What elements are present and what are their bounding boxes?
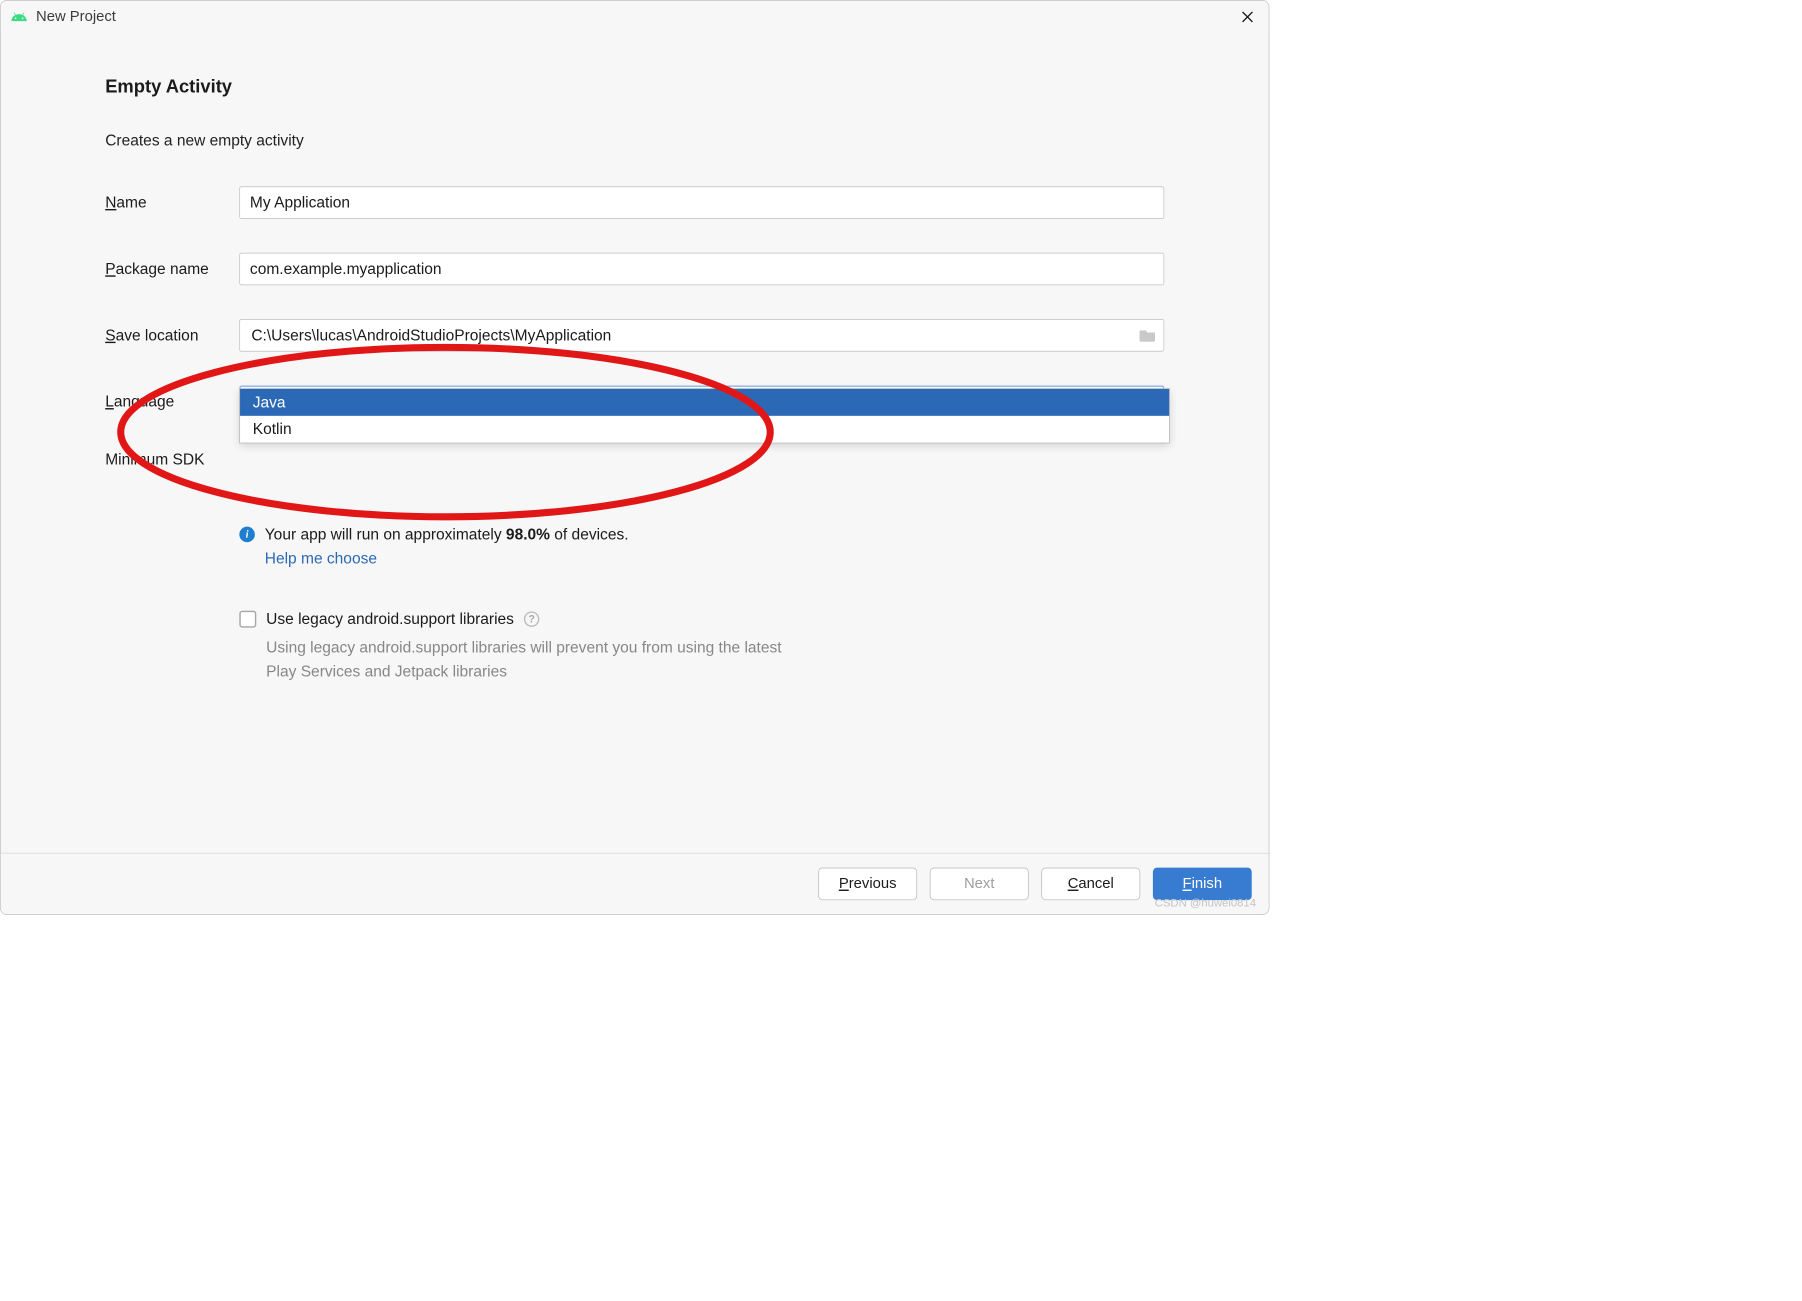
new-project-dialog: New Project Empty Activity Creates a new…: [0, 0, 1269, 915]
content-area: Empty Activity Creates a new empty activ…: [1, 33, 1269, 683]
label-package: Package name: [105, 260, 239, 278]
label-save-location: Save location: [105, 326, 239, 344]
language-option-kotlin[interactable]: Kotlin: [240, 416, 1169, 443]
folder-icon: [1139, 328, 1156, 342]
info-icon: i: [239, 527, 255, 543]
label-min-sdk: Minimum SDK: [105, 450, 239, 468]
label-name: Name: [105, 193, 239, 211]
legacy-checkbox-label: Use legacy android.support libraries: [266, 610, 514, 628]
label-language: Language: [105, 393, 239, 411]
window-title: New Project: [36, 8, 116, 25]
device-info-text: Your app will run on approximately 98.0%…: [265, 525, 629, 543]
help-icon[interactable]: ?: [524, 611, 540, 627]
name-input[interactable]: [239, 186, 1164, 218]
legacy-checkbox[interactable]: [239, 611, 256, 628]
save-location-field: [239, 319, 1164, 351]
package-input[interactable]: [239, 253, 1164, 285]
row-min-sdk: Minimum SDK: [105, 450, 1164, 468]
legacy-description: Using legacy android.support libraries w…: [266, 635, 788, 683]
row-name: Name: [105, 186, 1164, 218]
page-subtitle: Creates a new empty activity: [105, 131, 1164, 149]
android-icon: [11, 8, 28, 25]
title-bar: New Project: [1, 1, 1269, 33]
language-option-java[interactable]: Java: [240, 389, 1169, 416]
save-location-input[interactable]: [250, 325, 1140, 345]
page-heading: Empty Activity: [105, 76, 1164, 98]
close-button[interactable]: [1236, 6, 1259, 29]
close-icon: [1241, 11, 1254, 24]
row-save-location: Save location: [105, 319, 1164, 351]
footer: Previous Next Cancel Finish: [1, 854, 1269, 915]
browse-folder-button[interactable]: [1139, 328, 1156, 342]
legacy-checkbox-row: Use legacy android.support libraries ?: [239, 610, 1164, 628]
cancel-button[interactable]: Cancel: [1041, 868, 1140, 900]
finish-button[interactable]: Finish: [1153, 868, 1252, 900]
row-package: Package name: [105, 253, 1164, 285]
watermark: CSDN @huwei0814: [1155, 897, 1256, 910]
help-me-choose-link[interactable]: Help me choose: [265, 549, 1164, 567]
language-dropdown: Java Kotlin: [239, 388, 1170, 443]
previous-button[interactable]: Previous: [818, 868, 917, 900]
next-button: Next: [930, 868, 1029, 900]
device-info-row: i Your app will run on approximately 98.…: [239, 525, 1164, 543]
